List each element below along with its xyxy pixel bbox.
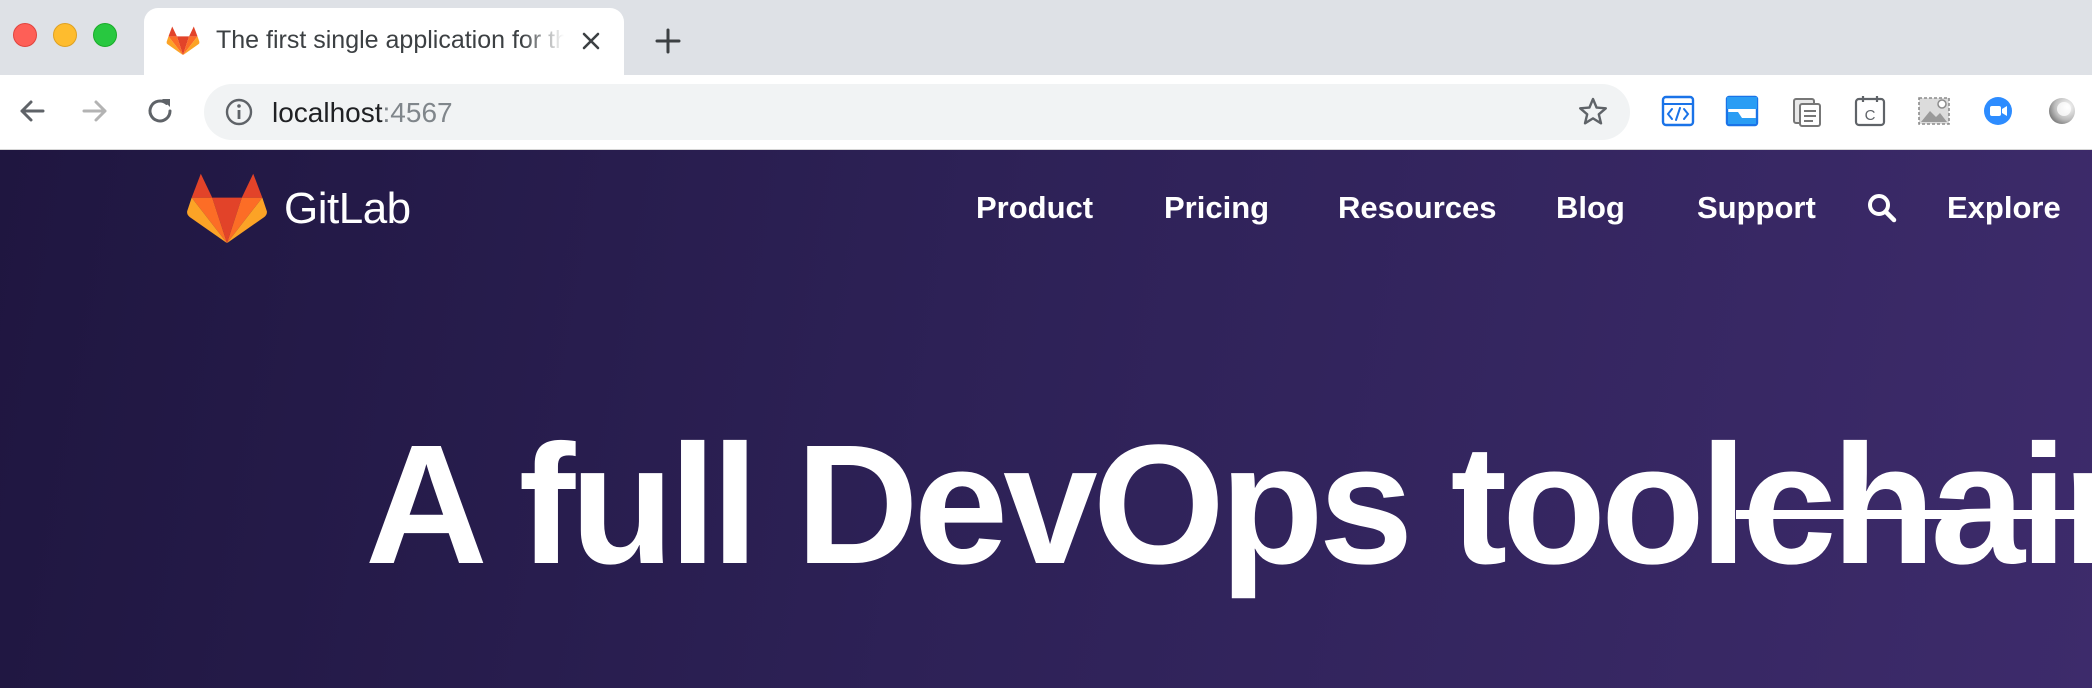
reload-icon[interactable] (140, 91, 180, 131)
hero-text-main: A full DevOps tool (365, 410, 1747, 600)
gitlab-favicon-icon (166, 26, 200, 56)
search-icon[interactable] (1866, 192, 1898, 224)
tab-title: The first single application for the ent… (216, 26, 564, 54)
nav-product[interactable]: Product (976, 190, 1093, 226)
url-host: localhost (272, 97, 383, 128)
browser-toolbar: localhost:4567 C (0, 75, 2092, 150)
nav-resources[interactable]: Resources (1338, 190, 1497, 226)
url-port: :4567 (382, 97, 453, 128)
hero-text-struck: chain (1736, 420, 2092, 590)
url-text: localhost:4567 (272, 97, 453, 129)
address-bar[interactable]: localhost:4567 (204, 84, 1630, 140)
window-close-button[interactable] (13, 23, 37, 47)
nav-support[interactable]: Support (1697, 190, 1816, 226)
forward-arrow-icon[interactable] (75, 91, 115, 131)
tab-strip: The first single application for the ent… (0, 0, 2092, 75)
window-minimize-button[interactable] (53, 23, 77, 47)
gitlab-logo[interactable]: GitLab (186, 171, 411, 247)
back-arrow-icon[interactable] (12, 91, 52, 131)
tab-close-icon[interactable] (576, 26, 606, 56)
bookmark-star-icon[interactable] (1577, 96, 1609, 128)
active-tab[interactable]: The first single application for the ent… (144, 8, 624, 75)
gitlab-tanuki-icon (187, 173, 267, 244)
nav-explore[interactable]: Explore (1947, 190, 2061, 226)
nav-pricing[interactable]: Pricing (1164, 190, 1269, 226)
window-maximize-button[interactable] (93, 23, 117, 47)
svg-text:C: C (1865, 107, 1876, 124)
site-info-icon[interactable] (224, 97, 254, 127)
hero-headline: A full DevOps toolchain. (365, 420, 2092, 590)
page-content: GitLab Product Pricing Resources Blog Su… (0, 150, 2092, 688)
window-capture-icon[interactable] (1724, 93, 1760, 129)
zoom-icon[interactable] (1980, 93, 2016, 129)
clipboard-icon[interactable] (1788, 93, 1824, 129)
nav-blog[interactable]: Blog (1556, 190, 1625, 226)
image-icon[interactable] (1916, 93, 1952, 129)
calendar-c-icon[interactable]: C (1852, 93, 1888, 129)
new-tab-icon[interactable] (651, 24, 685, 58)
code-viewer-icon[interactable] (1660, 93, 1696, 129)
sphere-icon[interactable] (2044, 93, 2080, 129)
logo-wordmark: GitLab (284, 184, 411, 233)
